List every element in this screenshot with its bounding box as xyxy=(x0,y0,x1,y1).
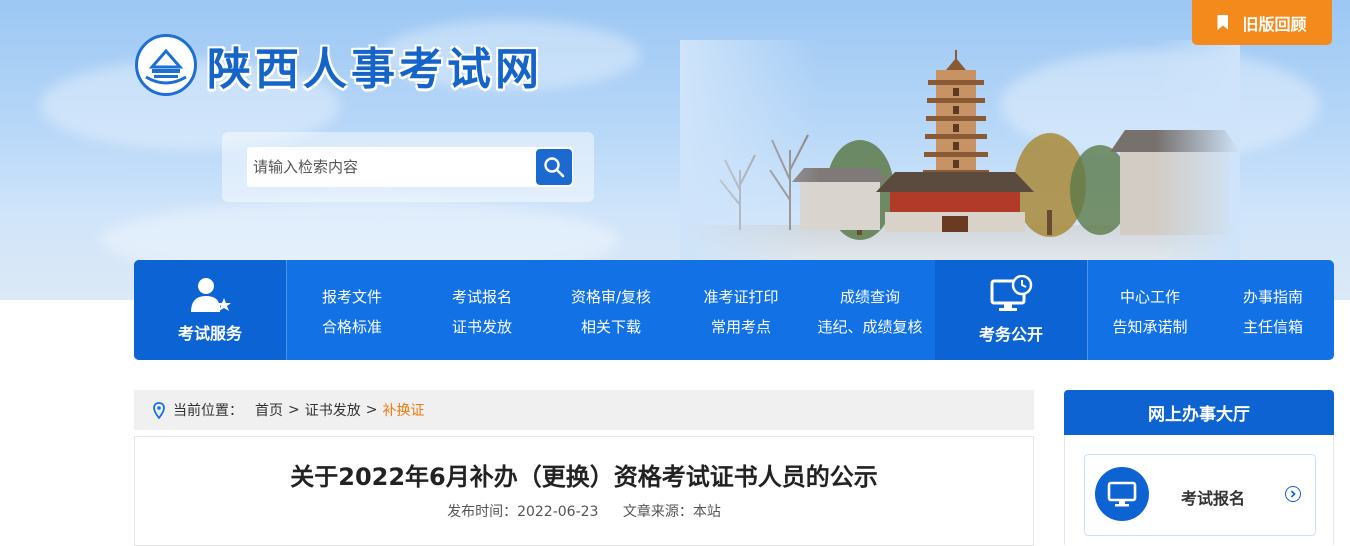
breadcrumb: 当前位置： 首页 > 证书发放 > 补换证 xyxy=(134,390,1034,430)
nav-link[interactable]: 准考证打印 xyxy=(703,286,778,307)
nav-link[interactable]: 办事指南 xyxy=(1243,286,1303,307)
nav-exam-public[interactable]: 考务公开 xyxy=(935,260,1087,360)
old-version-label: 旧版回顾 xyxy=(1242,14,1307,34)
publish-label: 发布时间： xyxy=(447,504,518,520)
nav-link[interactable]: 考试报名 xyxy=(452,286,512,307)
monitor-icon xyxy=(1095,467,1149,521)
nav-divider xyxy=(1087,260,1088,360)
nav-divider xyxy=(286,260,287,360)
breadcrumb-home-link[interactable]: 首页 xyxy=(255,400,283,420)
logo-emblem-icon xyxy=(135,34,197,96)
nav-link[interactable]: 告知承诺制 xyxy=(1112,316,1187,337)
breadcrumb-category-link[interactable]: 证书发放 xyxy=(305,400,361,420)
pagoda-scene-image xyxy=(680,40,1240,265)
search-input[interactable] xyxy=(247,147,573,187)
nav-exam-public-label: 考务公开 xyxy=(978,325,1043,344)
nav-link[interactable]: 违纪、成绩复核 xyxy=(817,316,922,337)
site-title: 陕西人事考试网 xyxy=(207,44,543,95)
breadcrumb-prefix: 当前位置： xyxy=(173,403,243,419)
search-icon xyxy=(544,157,565,178)
source-label: 文章来源： xyxy=(622,504,693,520)
nav-link[interactable]: 常用考点 xyxy=(711,316,771,337)
nav-link[interactable]: 主任信箱 xyxy=(1243,316,1303,337)
source-value: 本站 xyxy=(692,504,721,520)
nav-link[interactable]: 中心工作 xyxy=(1120,286,1180,307)
sidebar-title: 网上办事大厅 xyxy=(1064,390,1334,435)
nav-link[interactable]: 报考文件 xyxy=(322,286,382,307)
breadcrumb-current: 补换证 xyxy=(382,403,425,419)
nav-link[interactable]: 成绩查询 xyxy=(840,286,900,307)
nav-exam-service-label: 考试服务 xyxy=(177,324,242,343)
old-version-button[interactable]: 旧版回顾 xyxy=(1192,0,1332,45)
publish-date: 2022-06-23 xyxy=(517,504,599,520)
nav-link[interactable]: 相关下载 xyxy=(581,316,641,337)
search-button[interactable] xyxy=(536,149,572,185)
monitor-clock-icon xyxy=(990,275,1033,311)
nav-link[interactable]: 证书发放 xyxy=(452,316,512,337)
exam-registration-label: 考试报名 xyxy=(1181,489,1246,508)
article-title: 关于2022年6月补办（更换）资格考试证书人员的公示 xyxy=(290,463,878,491)
chevron-right-icon xyxy=(1285,486,1301,502)
location-pin-icon xyxy=(153,401,165,419)
site-logo[interactable]: 陕西人事考试网 xyxy=(135,33,543,97)
source-info: 文章来源：本站 xyxy=(623,504,721,520)
nav-link[interactable]: 资格审/复核 xyxy=(571,286,651,307)
bookmark-icon xyxy=(1217,15,1229,30)
breadcrumb-separator: > xyxy=(288,402,300,418)
exam-registration-card[interactable]: 考试报名 xyxy=(1084,454,1316,536)
publish-info: 发布时间：2022-06-23 xyxy=(447,504,598,520)
nav-link[interactable]: 合格标准 xyxy=(322,316,382,337)
user-star-icon xyxy=(191,278,231,312)
nav-exam-service[interactable]: 考试服务 xyxy=(134,260,286,360)
article-panel: 关于2022年6月补办（更换）资格考试证书人员的公示 发布时间：2022-06-… xyxy=(134,436,1034,546)
breadcrumb-separator: > xyxy=(365,402,378,418)
site-header: 陕西人事考试网 旧版回顾 xyxy=(0,0,1350,300)
article-meta: 发布时间：2022-06-23 文章来源：本站 xyxy=(135,501,1033,521)
main-nav: 考试服务 报考文件 合格标准 考试报名 证书发放 资格审/复核 相关下载 准考证… xyxy=(134,260,1334,360)
